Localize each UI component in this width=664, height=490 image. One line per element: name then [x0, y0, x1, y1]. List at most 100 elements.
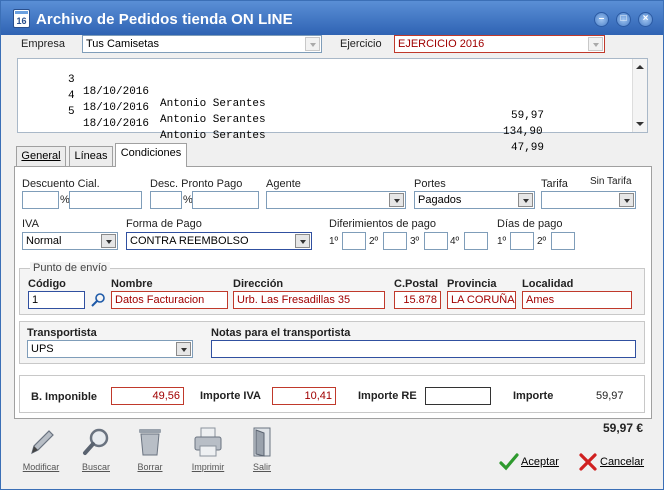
provincia-input[interactable]: LA CORUÑA: [447, 291, 516, 309]
provincia-label: Provincia: [447, 278, 497, 290]
diferimiento-4-input[interactable]: [464, 232, 488, 250]
ord-3-label: 3º: [410, 236, 420, 247]
portes-value: Pagados: [418, 194, 462, 206]
importe-value: 59,97: [596, 390, 624, 402]
portes-select[interactable]: Pagados: [414, 191, 535, 209]
search-icon[interactable]: [90, 292, 106, 308]
cross-icon: [579, 453, 597, 471]
pencil-icon: [31, 430, 54, 455]
forma-pago-select[interactable]: CONTRA REEMBOLSO: [126, 232, 312, 250]
salir-button[interactable]: Salir: [245, 425, 279, 472]
tab-general[interactable]: General: [16, 146, 66, 166]
ejercicio-select[interactable]: EJERCICIO 2016: [394, 35, 605, 53]
nombre-label: Nombre: [111, 278, 153, 290]
importe-iva-label: Importe IVA: [200, 390, 261, 402]
diferimiento-1-input[interactable]: [342, 232, 366, 250]
localidad-input[interactable]: Ames: [522, 291, 632, 309]
portes-label: Portes: [414, 178, 446, 190]
scroll-up-icon[interactable]: [636, 65, 644, 69]
iva-select[interactable]: Normal: [22, 232, 118, 250]
list-item[interactable]: 5 18/10/2016 Antonio Serantes 47,99: [18, 94, 544, 154]
descuento-input[interactable]: [22, 191, 59, 209]
borrar-button[interactable]: Borrar: [132, 425, 168, 472]
dias-pago-label: Días de pago: [497, 218, 563, 230]
tab-lineas[interactable]: Líneas: [69, 146, 113, 166]
diferimientos-label: Diferimientos de pago: [329, 218, 437, 230]
list-item[interactable]: 4 18/10/2016 Antonio Serantes 134,90: [18, 78, 543, 138]
trash-icon: [139, 429, 161, 456]
descuento-label: Descuento Cial.: [22, 178, 100, 190]
scroll-down-icon[interactable]: [636, 122, 644, 126]
chevron-down-icon[interactable]: [619, 193, 634, 207]
cpostal-label: C.Postal: [394, 278, 439, 290]
importe-label: Importe: [513, 390, 554, 402]
tab-condiciones[interactable]: Condiciones: [115, 143, 187, 167]
diferimiento-2-input[interactable]: [383, 232, 407, 250]
ejercicio-value: EJERCICIO 2016: [398, 38, 485, 50]
direccion-input[interactable]: Urb. Las Fresadillas 35: [233, 291, 385, 309]
empresa-value: Tus Camisetas: [86, 38, 159, 50]
vertical-scrollbar[interactable]: [632, 59, 647, 132]
list-item[interactable]: 3 18/10/2016 Antonio Serantes 59,97: [18, 62, 544, 122]
transportista-value: UPS: [31, 343, 54, 355]
chevron-down-icon[interactable]: [389, 193, 404, 207]
transportista-select[interactable]: UPS: [27, 340, 193, 358]
title-bar[interactable]: 16 Archivo de Pedidos tienda ON LINE – □…: [1, 1, 663, 35]
cpostal-input[interactable]: 15.878: [394, 291, 441, 309]
diferimiento-3-input[interactable]: [424, 232, 448, 250]
empresa-select[interactable]: Tus Camisetas: [82, 35, 322, 53]
minimize-icon[interactable]: –: [594, 12, 609, 27]
base-imponible-value: 49,56: [111, 387, 184, 405]
ord-1-label: 1º: [497, 236, 507, 247]
localidad-label: Localidad: [522, 278, 574, 290]
codigo-input[interactable]: 1: [28, 291, 85, 309]
iva-label: IVA: [22, 218, 39, 230]
notas-input[interactable]: [211, 340, 636, 358]
chevron-down-icon[interactable]: [518, 193, 533, 207]
ord-1-label: 1º: [329, 236, 339, 247]
ejercicio-label: Ejercicio: [340, 38, 382, 50]
close-icon[interactable]: ×: [638, 12, 653, 27]
chevron-down-icon[interactable]: [176, 342, 191, 356]
importe-iva-value: 10,41: [272, 387, 336, 405]
orders-list[interactable]: 3 18/10/2016 Antonio Serantes 59,97 4 18…: [17, 58, 648, 154]
iva-value: Normal: [26, 235, 62, 247]
descuento-amount-input[interactable]: [69, 191, 142, 209]
buscar-button[interactable]: Buscar: [77, 425, 115, 472]
chevron-down-icon[interactable]: [305, 37, 320, 51]
direccion-label: Dirección: [233, 278, 284, 290]
sin-tarifa-label: Sin Tarifa: [590, 176, 632, 187]
transportista-label: Transportista: [27, 327, 97, 339]
pronto-pago-amount-input[interactable]: [192, 191, 259, 209]
checkmark-icon: [499, 453, 519, 471]
empresa-label: Empresa: [21, 38, 66, 50]
importe-re-value: [425, 387, 491, 405]
ord-4-label: 4º: [450, 236, 460, 247]
ord-2-label: 2º: [369, 236, 379, 247]
chevron-down-icon[interactable]: [101, 234, 116, 248]
dia-pago-2-input[interactable]: [551, 232, 575, 250]
door-icon: [253, 427, 271, 457]
forma-pago-value: CONTRA REEMBOLSO: [130, 235, 249, 247]
dia-pago-1-input[interactable]: [510, 232, 534, 250]
ord-2-label: 2º: [537, 236, 547, 247]
punto-envio-legend: Punto de envío: [30, 262, 111, 274]
imprimir-button[interactable]: Imprimir: [187, 425, 229, 472]
calendar-icon: 16: [13, 9, 30, 28]
tarifa-select[interactable]: [541, 191, 636, 209]
agente-select[interactable]: [266, 191, 406, 209]
forma-pago-label: Forma de Pago: [126, 218, 202, 230]
pronto-pago-label: Desc. Pronto Pago: [150, 178, 243, 190]
base-imponible-label: B. Imponible: [31, 391, 97, 403]
maximize-icon[interactable]: □: [616, 12, 631, 27]
pronto-pago-input[interactable]: [150, 191, 182, 209]
nombre-input[interactable]: Datos Facturacion: [111, 291, 228, 309]
printer-icon: [194, 427, 222, 457]
chevron-down-icon[interactable]: [295, 234, 310, 248]
window-title: Archivo de Pedidos tienda ON LINE: [36, 11, 293, 28]
chevron-down-icon[interactable]: [588, 37, 603, 51]
codigo-label: Código: [28, 278, 66, 290]
agente-label: Agente: [266, 178, 301, 190]
modificar-button[interactable]: Modificar: [19, 425, 63, 472]
magnifier-icon: [83, 428, 109, 455]
